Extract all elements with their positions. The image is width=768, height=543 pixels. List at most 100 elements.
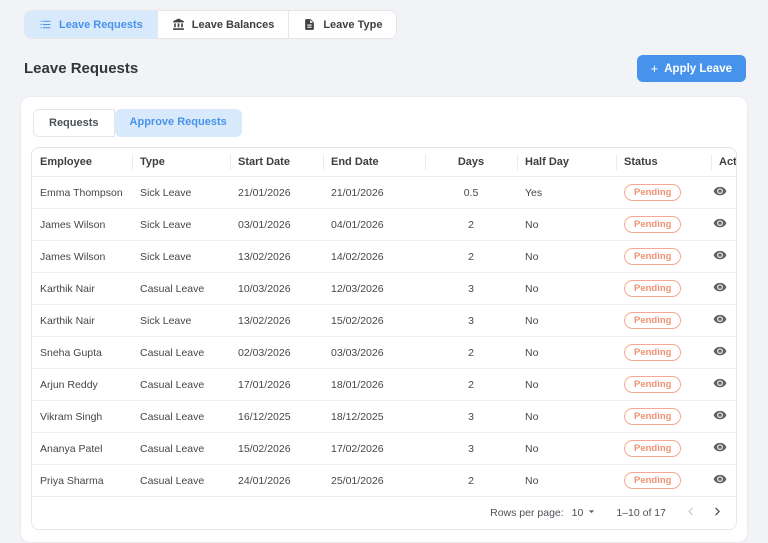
view-button[interactable] [713, 440, 727, 457]
cell-start-date: 13/02/2026 [230, 240, 323, 273]
col-header-end-date: End Date [323, 148, 425, 177]
cell-type: Casual Leave [132, 464, 230, 496]
view-button[interactable] [713, 472, 727, 489]
cell-status: Pending [616, 464, 711, 496]
cell-end-date: 15/02/2026 [323, 304, 425, 337]
tab-label: Approve Requests [129, 116, 227, 128]
requests-tab-group: Requests Approve Requests [33, 109, 242, 137]
cell-status: Pending [616, 240, 711, 273]
list-icon [39, 18, 52, 31]
eye-icon [713, 472, 727, 489]
apply-leave-button[interactable]: + Apply Leave [636, 55, 746, 82]
table-row: Sneha Gupta Casual Leave 02/03/2026 03/0… [32, 336, 737, 369]
eye-icon [713, 216, 727, 233]
cell-type: Sick Leave [132, 176, 230, 209]
view-button[interactable] [713, 376, 727, 393]
row-menu-button[interactable] [736, 184, 737, 201]
cell-status: Pending [616, 400, 711, 433]
cell-employee: James Wilson [32, 208, 132, 241]
kebab-menu-icon [736, 472, 737, 489]
table-row: Karthik Nair Sick Leave 13/02/2026 15/02… [32, 304, 737, 337]
cell-status: Pending [616, 368, 711, 401]
nav-tab-label: Leave Balances [191, 18, 275, 31]
cell-type: Casual Leave [132, 400, 230, 433]
chevron-left-icon [684, 505, 697, 521]
view-button[interactable] [713, 344, 727, 361]
cell-type: Casual Leave [132, 336, 230, 369]
table-row: Arjun Reddy Casual Leave 17/01/2026 18/0… [32, 368, 737, 401]
kebab-menu-icon [736, 216, 737, 233]
status-badge: Pending [624, 312, 682, 329]
cell-half-day: No [517, 272, 616, 305]
tab-approve-requests[interactable]: Approve Requests [114, 109, 242, 137]
cell-type: Casual Leave [132, 368, 230, 401]
cell-actions [713, 248, 737, 265]
cell-days: 2 [425, 464, 517, 496]
eye-icon [713, 408, 727, 425]
eye-icon [713, 248, 727, 265]
tab-requests[interactable]: Requests [33, 109, 115, 137]
view-button[interactable] [713, 184, 727, 201]
cell-actions [713, 440, 737, 457]
leave-requests-table: Employee Type Start Date End Date Days H… [31, 147, 737, 530]
view-button[interactable] [713, 312, 727, 329]
table-row: Ananya Patel Casual Leave 15/02/2026 17/… [32, 432, 737, 465]
row-menu-button[interactable] [736, 280, 737, 297]
status-badge: Pending [624, 408, 682, 425]
row-menu-button[interactable] [736, 216, 737, 233]
row-menu-button[interactable] [736, 312, 737, 329]
status-badge: Pending [624, 248, 682, 265]
cell-type: Sick Leave [132, 240, 230, 273]
document-icon [303, 18, 316, 31]
table-row: Vikram Singh Casual Leave 16/12/2025 18/… [32, 400, 737, 433]
previous-page-button[interactable] [684, 505, 697, 521]
col-header-employee: Employee [32, 148, 132, 177]
col-header-actions: Actions [711, 148, 736, 177]
module-nav: Leave Requests Leave Balances Leave Type [24, 10, 398, 39]
cell-status: Pending [616, 176, 711, 209]
bank-icon [172, 18, 185, 31]
next-page-button[interactable] [711, 505, 724, 521]
cell-half-day: Yes [517, 176, 616, 209]
view-button[interactable] [713, 408, 727, 425]
cell-days: 3 [425, 304, 517, 337]
cell-employee: Karthik Nair [32, 304, 132, 337]
row-menu-button[interactable] [736, 440, 737, 457]
cell-end-date: 17/02/2026 [323, 432, 425, 465]
status-badge: Pending [624, 440, 682, 457]
page-title: Leave Requests [24, 60, 139, 77]
cell-employee: Vikram Singh [32, 400, 132, 433]
cell-actions [713, 312, 737, 329]
cell-type: Casual Leave [132, 432, 230, 465]
row-menu-button[interactable] [736, 408, 737, 425]
table-row: Priya Sharma Casual Leave 24/01/2026 25/… [32, 464, 737, 496]
cell-end-date: 25/01/2026 [323, 464, 425, 496]
nav-tab-leave-requests[interactable]: Leave Requests [25, 11, 158, 38]
cell-half-day: No [517, 368, 616, 401]
kebab-menu-icon [736, 280, 737, 297]
kebab-menu-icon [736, 248, 737, 265]
cell-start-date: 10/03/2026 [230, 272, 323, 305]
page-header: Leave Requests + Apply Leave [24, 55, 746, 82]
table-pagination: Rows per page: 10 1–10 of 17 [32, 496, 736, 529]
col-header-start-date: Start Date [230, 148, 323, 177]
view-button[interactable] [713, 280, 727, 297]
view-button[interactable] [713, 248, 727, 265]
cell-status: Pending [616, 304, 711, 337]
col-header-type: Type [132, 148, 230, 177]
cell-type: Sick Leave [132, 304, 230, 337]
col-header-half-day: Half Day [517, 148, 616, 177]
cell-end-date: 03/03/2026 [323, 336, 425, 369]
cell-start-date: 24/01/2026 [230, 464, 323, 496]
row-menu-button[interactable] [736, 376, 737, 393]
row-menu-button[interactable] [736, 344, 737, 361]
row-menu-button[interactable] [736, 248, 737, 265]
nav-tab-leave-type[interactable]: Leave Type [289, 11, 397, 38]
cell-end-date: 14/02/2026 [323, 240, 425, 273]
row-menu-button[interactable] [736, 472, 737, 489]
cell-days: 2 [425, 368, 517, 401]
rows-per-page-select[interactable]: 10 [572, 505, 599, 521]
view-button[interactable] [713, 216, 727, 233]
nav-tab-leave-balances[interactable]: Leave Balances [157, 11, 290, 38]
cell-actions [713, 280, 737, 297]
